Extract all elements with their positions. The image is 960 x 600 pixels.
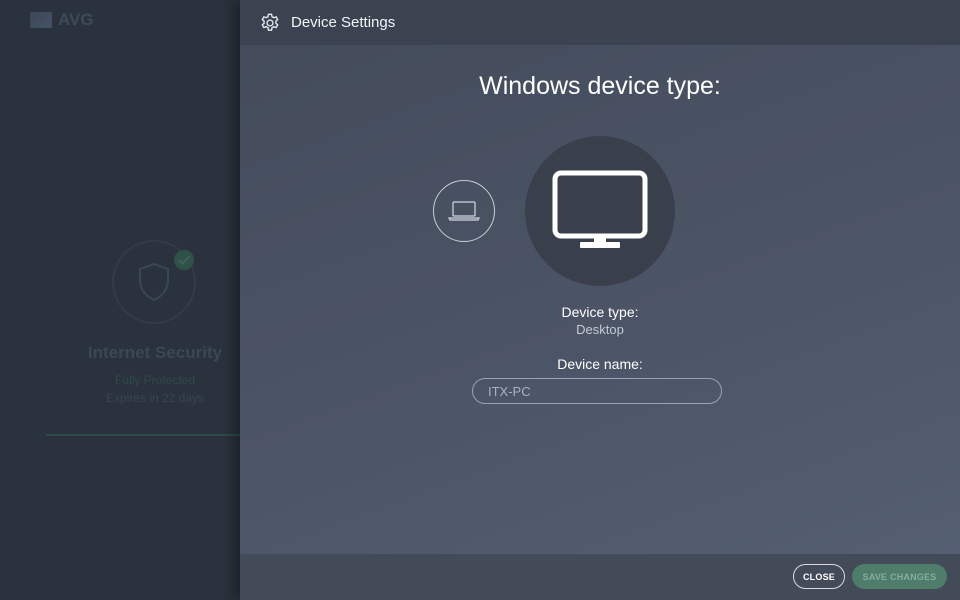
subscription-progress-bar — [46, 434, 266, 436]
panel-title: Device Settings — [291, 14, 396, 31]
device-name-label: Device name: — [557, 356, 643, 372]
save-changes-button[interactable]: SAVE CHANGES — [852, 564, 947, 589]
device-type-value: Desktop — [576, 322, 624, 337]
app-window: AVG Internet Security Fully Protected Ex… — [0, 0, 960, 600]
laptop-icon — [448, 201, 480, 221]
close-button[interactable]: CLOSE — [793, 564, 845, 589]
check-icon — [174, 250, 194, 270]
gear-icon — [261, 13, 279, 31]
device-option-laptop[interactable] — [433, 180, 495, 242]
panel-footer: CLOSE SAVE CHANGES — [240, 554, 960, 600]
avg-logo-mark-icon — [30, 12, 52, 28]
desktop-monitor-icon — [552, 170, 648, 248]
device-settings-panel: Device Settings Windows device type: Dev… — [240, 0, 960, 600]
panel-header: Device Settings — [240, 0, 960, 45]
device-type-heading: Windows device type: — [479, 72, 721, 100]
avg-logo-text: AVG — [58, 10, 94, 29]
shield-icon — [139, 262, 169, 302]
device-name-input[interactable] — [472, 378, 722, 404]
device-option-desktop[interactable] — [525, 136, 675, 286]
avg-logo: AVG — [30, 10, 94, 30]
device-type-label: Device type: — [561, 304, 639, 320]
